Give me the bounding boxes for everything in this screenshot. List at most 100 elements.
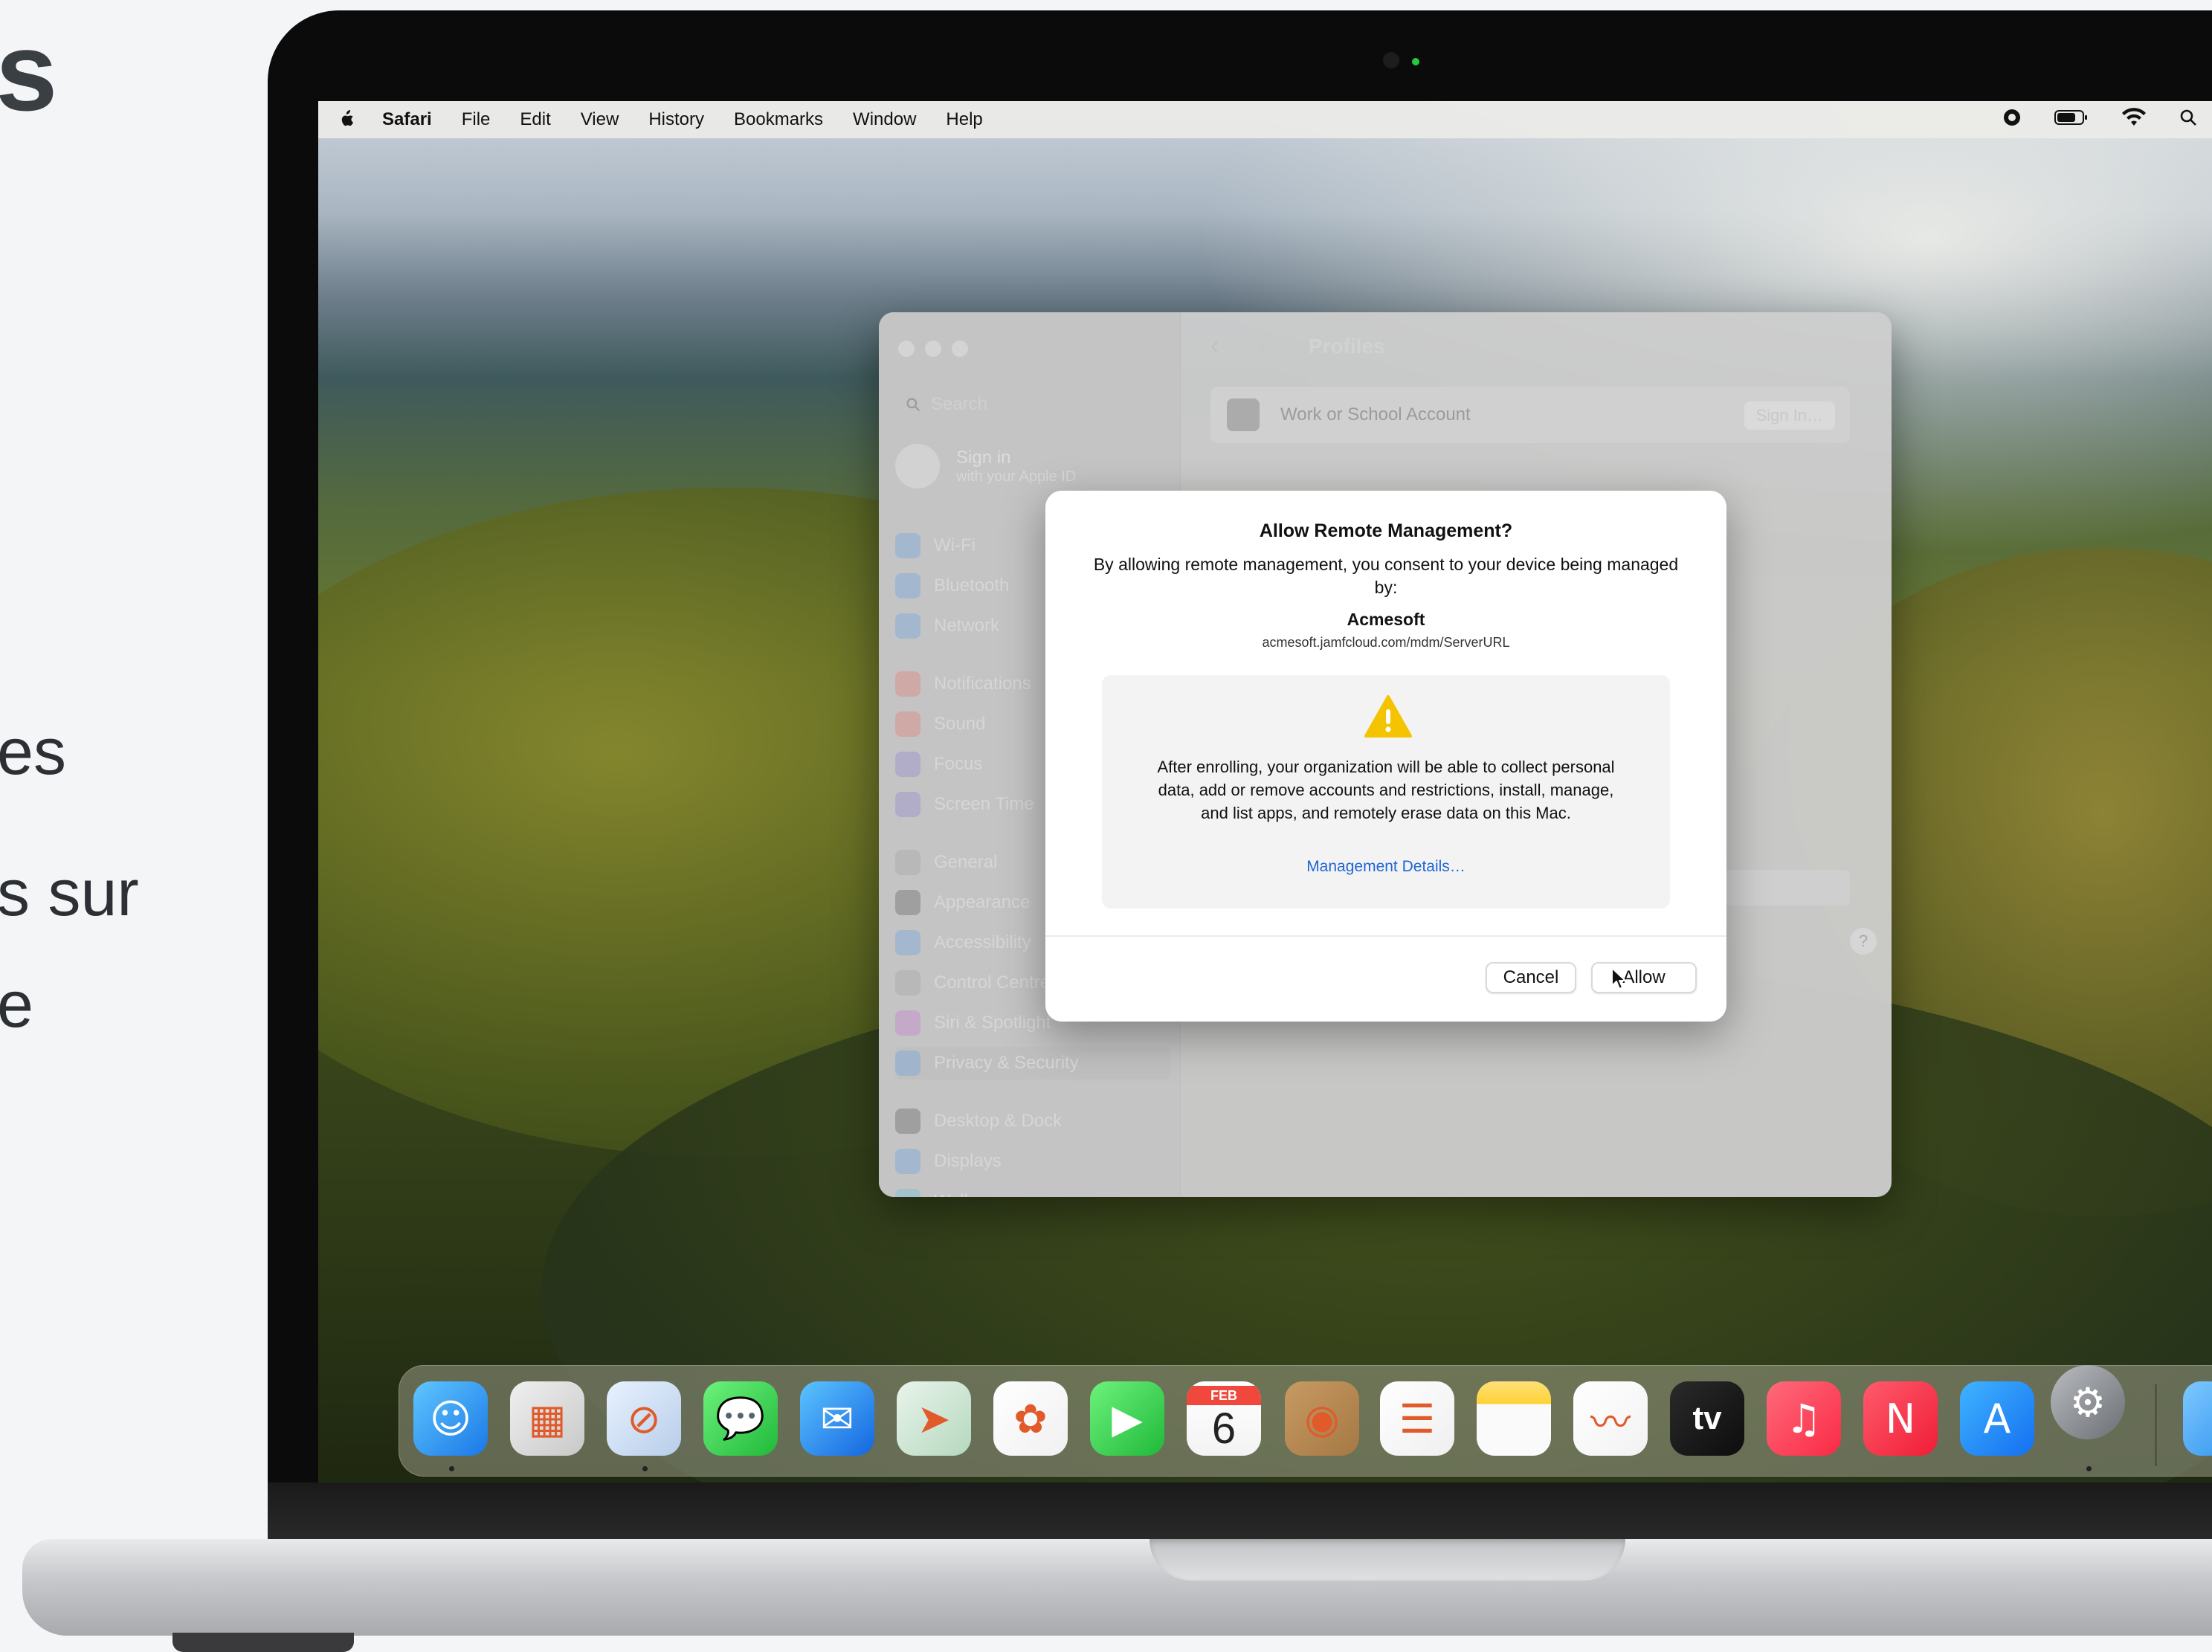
control-centre-icon (895, 970, 920, 996)
menu-window[interactable]: Window (853, 109, 916, 130)
help-button[interactable]: ? (1850, 928, 1877, 955)
mail-icon[interactable]: ✉ (800, 1381, 874, 1456)
maps-icon[interactable]: ➤ (897, 1381, 971, 1456)
facetime-glyph: ▶ (1112, 1395, 1143, 1442)
apple-id-subtitle: with your Apple ID (956, 468, 1077, 485)
messages-icon[interactable]: 💬 (703, 1381, 778, 1456)
macbook-foot (172, 1633, 354, 1652)
wifi-icon[interactable] (2121, 107, 2147, 132)
launchpad-icon[interactable]: ▦ (510, 1381, 584, 1456)
calendar-month: FEB (1187, 1386, 1261, 1405)
folder-icon[interactable] (2183, 1381, 2212, 1456)
sidebar-item[interactable]: Wallpaper (895, 1185, 1170, 1197)
settings-search-input[interactable]: Search (895, 387, 1167, 422)
sidebar-item-label: Notifications (934, 674, 1031, 694)
app-store-icon[interactable]: A (1960, 1381, 2034, 1456)
tv-icon[interactable]: tv (1670, 1381, 1744, 1456)
running-indicator (642, 1466, 648, 1471)
menu-app-name[interactable]: Safari (382, 109, 432, 130)
mouse-pointer-icon (1611, 967, 1626, 990)
apple-id-title: Sign in (956, 447, 1011, 468)
dialog-title: Allow Remote Management? (1259, 520, 1513, 541)
apple-menu-icon[interactable] (339, 110, 355, 129)
minimize-window-button[interactable] (925, 341, 941, 357)
forward-button[interactable]: › (1258, 332, 1266, 361)
camera-icon (1383, 52, 1399, 68)
maps-glyph: ➤ (917, 1395, 951, 1442)
appearance-icon (895, 890, 920, 915)
launchpad-glyph: ▦ (528, 1395, 567, 1442)
contacts-glyph: ◉ (1304, 1395, 1340, 1442)
moon-icon (895, 752, 920, 777)
sidebar-item[interactable]: Desktop & Dock (895, 1105, 1170, 1138)
siri-icon (895, 1010, 920, 1036)
sign-in-button[interactable]: Sign In… (1744, 401, 1835, 430)
sidebar-item-label: Accessibility (934, 932, 1031, 952)
tv-label: tv (1692, 1400, 1722, 1436)
finder-icon[interactable]: ☺ (413, 1381, 488, 1456)
finder-glyph: ☺ (429, 1395, 472, 1442)
close-window-button[interactable] (898, 341, 915, 357)
sidebar-item-label: Wi-Fi (934, 535, 976, 555)
back-button[interactable]: ‹ (1210, 332, 1219, 361)
display-icon (895, 1149, 920, 1174)
allow-button[interactable]: Allow (1591, 962, 1697, 993)
screen-record-icon[interactable] (2002, 108, 2022, 132)
reminders-icon[interactable]: ☰ (1380, 1381, 1454, 1456)
gear-icon (895, 850, 920, 875)
menu-bookmarks[interactable]: Bookmarks (734, 109, 823, 130)
sidebar-item[interactable]: Privacy & Security (895, 1047, 1170, 1080)
remote-management-dialog: Allow Remote Management? By allowing rem… (1045, 491, 1726, 1022)
zoom-window-button[interactable] (952, 341, 968, 357)
bell-icon (895, 671, 920, 697)
notes-icon[interactable] (1477, 1381, 1551, 1456)
apple-id-sign-in[interactable]: Sign in with your Apple ID (895, 440, 1167, 492)
menu-view[interactable]: View (581, 109, 619, 130)
contacts-icon[interactable]: ◉ (1285, 1381, 1359, 1456)
search-icon[interactable] (2179, 109, 2197, 132)
photos-icon[interactable]: ✿ (993, 1381, 1068, 1456)
work-account-row: Work or School Account Sign In… (1210, 387, 1850, 443)
dialog-body: By allowing remote management, you conse… (1093, 555, 1679, 597)
sidebar-item-label: Screen Time (934, 794, 1034, 814)
menu-help[interactable]: Help (946, 109, 982, 130)
menu-history[interactable]: History (648, 109, 704, 130)
dock-separator (2155, 1384, 2157, 1466)
macbook-hinge (268, 1482, 2212, 1542)
battery-icon[interactable] (2054, 109, 2089, 131)
sidebar-item-label: Appearance (934, 892, 1031, 912)
organization-url: acmesoft.jamfcloud.com/mdm/ServerURL (1262, 635, 1510, 650)
hourglass-icon (895, 792, 920, 817)
menu-file[interactable]: File (462, 109, 491, 130)
macbook-open-notch (1149, 1539, 1625, 1581)
calendar-icon[interactable]: FEB 6 (1187, 1381, 1261, 1456)
wallpaper-icon (895, 1189, 920, 1197)
freeform-glyph: 〰 (1590, 1398, 1631, 1446)
cancel-button[interactable]: Cancel (1486, 962, 1576, 993)
page-text-line-1: es (0, 714, 66, 788)
network-icon (895, 613, 920, 639)
management-details-link[interactable]: Management Details… (1102, 858, 1670, 876)
sidebar-item-label: Privacy & Security (934, 1053, 1079, 1073)
menu-bar: Safari File Edit View History Bookmarks … (318, 101, 2212, 138)
work-account-label: Work or School Account (1280, 404, 1471, 425)
menu-edit[interactable]: Edit (520, 109, 550, 130)
freeform-icon[interactable]: 〰 (1573, 1381, 1648, 1456)
speaker-icon (895, 712, 920, 737)
wifi-icon (895, 533, 920, 558)
music-icon[interactable]: ♫ (1767, 1381, 1841, 1456)
sidebar-item-label: Bluetooth (934, 575, 1010, 596)
news-icon[interactable]: N (1863, 1381, 1938, 1456)
sidebar-item[interactable]: Displays (895, 1145, 1170, 1178)
sidebar-item-label: Displays (934, 1151, 1002, 1171)
facetime-icon[interactable]: ▶ (1090, 1381, 1164, 1456)
organization-name: Acmesoft (1347, 610, 1425, 629)
sidebar-item-label: General (934, 852, 998, 872)
warning-box: After enrolling, your organization will … (1102, 675, 1670, 909)
menu-extras (2002, 101, 2197, 138)
warning-text: After enrolling, your organization will … (1157, 758, 1615, 822)
running-indicator (449, 1466, 454, 1471)
safari-icon[interactable]: ⊘ (607, 1381, 681, 1456)
system-settings-icon[interactable]: ⚙ (2051, 1365, 2125, 1439)
sidebar-item-label: Focus (934, 754, 983, 774)
